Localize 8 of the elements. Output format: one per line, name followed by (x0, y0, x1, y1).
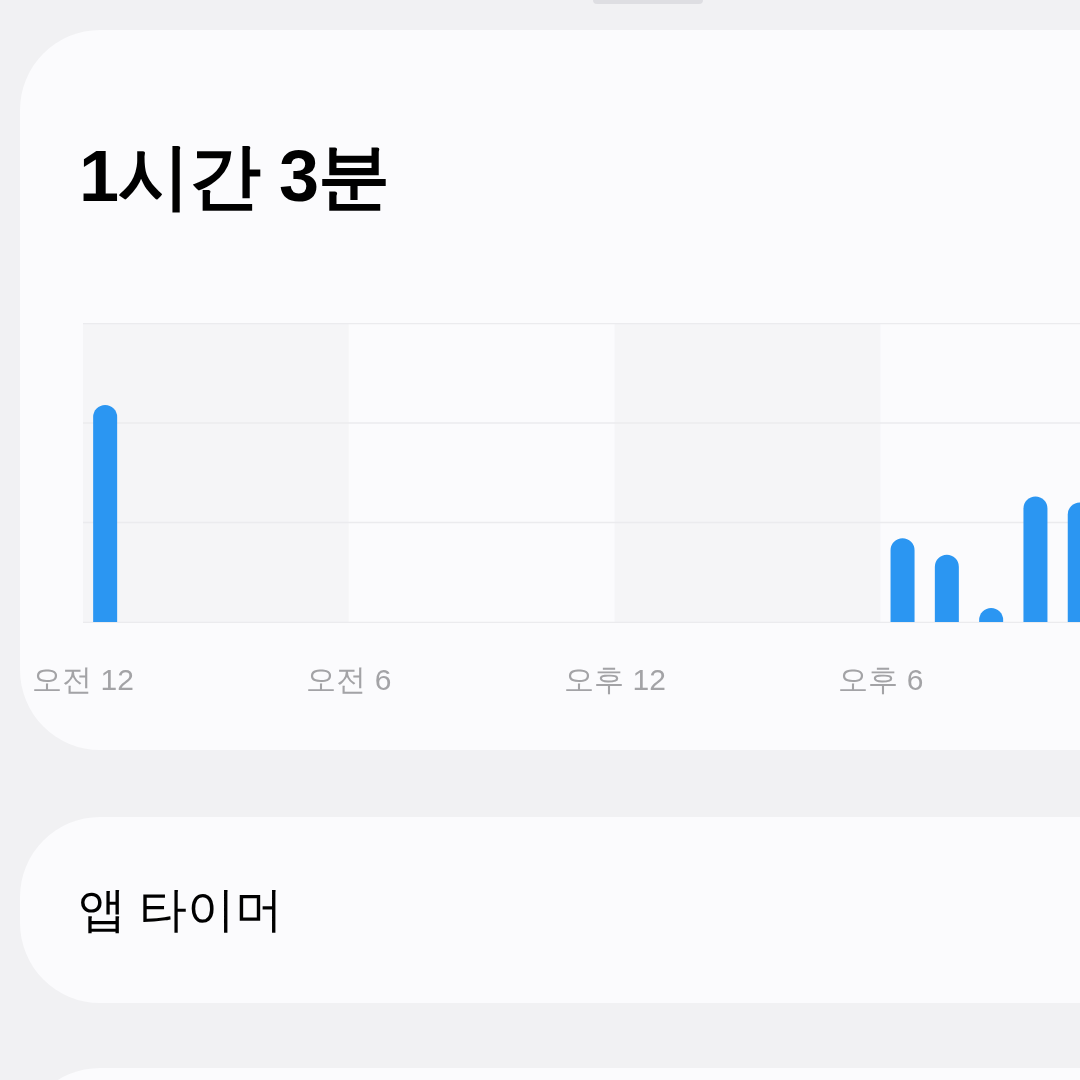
total-time: 1시간 3분 (79, 140, 390, 212)
usage-bar (979, 607, 1004, 622)
time-axis-label: 오전 12 (32, 662, 134, 698)
time-axis-label: 오후 12 (564, 662, 666, 698)
time-axis-label: 오전 6 (306, 662, 392, 698)
app-timer-card[interactable]: 앱 타이머 (20, 817, 1080, 1003)
time-axis-label: 오후 6 (838, 662, 924, 698)
usage-bar (934, 554, 959, 622)
